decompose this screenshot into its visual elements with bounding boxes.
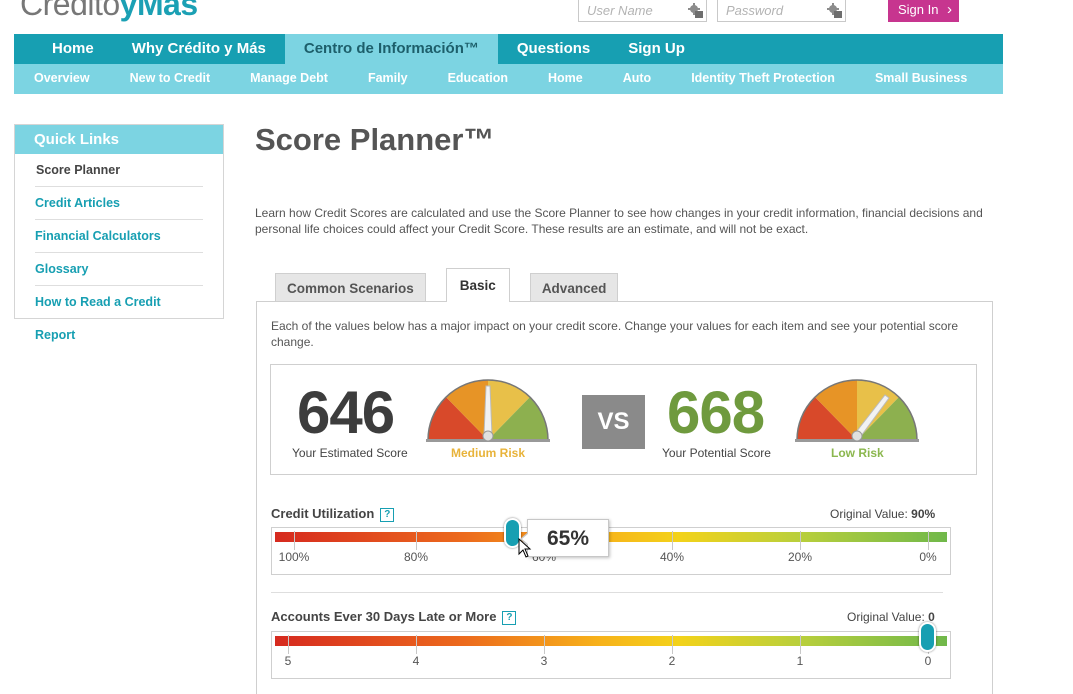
- subnav-item-new-to-credit[interactable]: New to Credit: [110, 64, 231, 94]
- potential-score-value: 668: [667, 379, 765, 446]
- sign-in-button[interactable]: Sign In ›: [888, 0, 959, 22]
- tick-label: 40%: [659, 550, 685, 564]
- password-field-wrapper: [717, 0, 846, 22]
- tick-mark: [672, 635, 673, 654]
- help-icon[interactable]: ?: [380, 508, 395, 522]
- page-title: Score Planner™: [255, 122, 495, 157]
- mainnav-item-signup[interactable]: Sign Up: [609, 34, 704, 64]
- virtual-keyboard-icon[interactable]: [688, 3, 703, 18]
- tick-label: 20%: [787, 550, 813, 564]
- tick-label: 4: [412, 654, 420, 668]
- sign-in-label: Sign In: [898, 2, 939, 17]
- estimated-score-value: 646: [297, 379, 395, 446]
- tab-common-scenarios[interactable]: Common Scenarios: [275, 273, 426, 302]
- tick-mark: [288, 635, 289, 654]
- subnav-item-auto[interactable]: Auto: [603, 64, 671, 94]
- site-logo[interactable]: CreditoyMás: [20, 0, 198, 23]
- mainnav-item-home[interactable]: Home: [14, 34, 113, 64]
- tick-label: 5: [284, 654, 292, 668]
- potential-score-gauge: [795, 379, 919, 442]
- logo-text-part1: Credito: [20, 0, 120, 22]
- mainnav-item-centro[interactable]: Centro de Información™: [284, 34, 498, 64]
- divider: [271, 592, 943, 593]
- password-input[interactable]: [718, 0, 845, 21]
- username-field-wrapper: [578, 0, 707, 22]
- vs-badge: VS: [582, 395, 645, 449]
- estimated-score-gauge: [426, 379, 550, 442]
- estimated-risk-label: Medium Risk: [451, 446, 526, 460]
- chevron-right-icon: ›: [947, 1, 952, 18]
- factor-label-late-accounts: Accounts Ever 30 Days Late or More?: [271, 609, 517, 625]
- original-value-late-accounts: Original Value: 0: [847, 610, 935, 624]
- original-value-label: Original Value:: [830, 507, 908, 521]
- slider-handle[interactable]: [919, 622, 936, 652]
- subnav-item-identity-theft[interactable]: Identity Theft Protection: [671, 64, 855, 94]
- tick-label: 2: [668, 654, 676, 668]
- slider-track[interactable]: [275, 532, 947, 542]
- subnav-item-manage-debt[interactable]: Manage Debt: [230, 64, 348, 94]
- slider-track[interactable]: [275, 636, 947, 646]
- tick-label: 1: [796, 654, 804, 668]
- tick-mark: [294, 531, 295, 550]
- scenario-tabs: Common Scenarios Basic Advanced: [275, 268, 638, 302]
- tick-mark: [544, 635, 545, 654]
- quicklink-read-credit-report[interactable]: How to Read a Credit Report: [35, 286, 203, 342]
- mainnav-item-why[interactable]: Why Crédito y Más: [113, 34, 285, 64]
- original-value-credit-utilization: Original Value: 90%: [830, 507, 935, 521]
- factor-title: Credit Utilization: [271, 506, 375, 521]
- panel-description: Each of the values below has a major imp…: [271, 319, 959, 349]
- quicklink-financial-calculators[interactable]: Financial Calculators: [35, 220, 203, 253]
- username-input[interactable]: [579, 0, 706, 21]
- tick-label: 80%: [403, 550, 429, 564]
- factor-label-credit-utilization: Credit Utilization?: [271, 506, 395, 522]
- subnav-item-home[interactable]: Home: [528, 64, 603, 94]
- estimated-score-caption: Your Estimated Score: [292, 446, 408, 460]
- main-navigation: Home Why Crédito y Más Centro de Informa…: [14, 34, 1003, 64]
- quicklink-credit-articles[interactable]: Credit Articles: [35, 187, 203, 220]
- potential-risk-label: Low Risk: [831, 446, 884, 460]
- tick-mark: [800, 635, 801, 654]
- tick-label: 3: [540, 654, 548, 668]
- quicklink-glossary[interactable]: Glossary: [35, 253, 203, 286]
- tick-mark: [800, 531, 801, 550]
- intro-text: Learn how Credit Scores are calculated a…: [255, 206, 983, 236]
- tick-mark: [416, 531, 417, 550]
- potential-score-caption: Your Potential Score: [662, 446, 771, 460]
- late-accounts-slider[interactable]: 5 4 3 2 1 0: [271, 622, 951, 679]
- original-value: 90%: [911, 507, 936, 521]
- tick-label: 0%: [919, 550, 937, 564]
- subnav-item-overview[interactable]: Overview: [14, 64, 110, 94]
- virtual-keyboard-icon[interactable]: [827, 3, 842, 18]
- tick-mark: [416, 635, 417, 654]
- quick-links-panel: Quick Links Score Planner Credit Article…: [14, 124, 224, 342]
- quick-links-title: Quick Links: [15, 125, 223, 154]
- tick-label: 100%: [278, 550, 310, 564]
- original-value-label: Original Value:: [847, 610, 925, 624]
- logo-text-part2: yMás: [119, 0, 199, 22]
- mouse-pointer-icon: [518, 538, 532, 558]
- subnav-item-education[interactable]: Education: [428, 64, 528, 94]
- tab-advanced[interactable]: Advanced: [529, 273, 619, 302]
- quicklink-score-planner[interactable]: Score Planner: [35, 154, 203, 187]
- credit-utilization-slider[interactable]: 100% 80% 60% 40% 20% 0%: [271, 518, 951, 575]
- subnav-item-family[interactable]: Family: [348, 64, 428, 94]
- factor-title: Accounts Ever 30 Days Late or More: [271, 609, 497, 624]
- subnav-item-small-business[interactable]: Small Business: [855, 64, 987, 94]
- help-icon[interactable]: ?: [502, 611, 517, 625]
- tick-mark: [672, 531, 673, 550]
- tick-label: 0: [924, 654, 932, 668]
- tab-basic[interactable]: Basic: [445, 268, 510, 302]
- sub-navigation: Overview New to Credit Manage Debt Famil…: [14, 64, 1003, 94]
- tick-mark: [928, 531, 929, 550]
- mainnav-item-questions[interactable]: Questions: [498, 34, 609, 64]
- login-bar: Sign In ›: [578, 0, 959, 22]
- slider-value-tooltip: 65%: [520, 519, 609, 557]
